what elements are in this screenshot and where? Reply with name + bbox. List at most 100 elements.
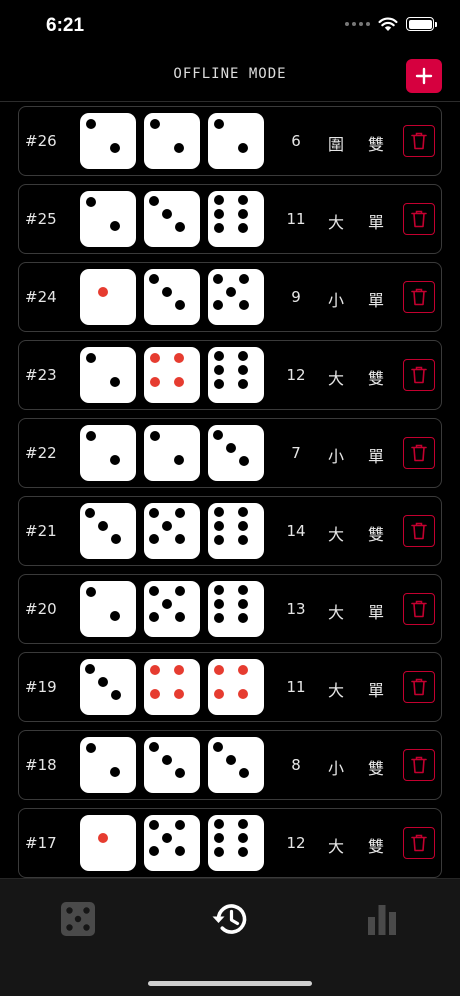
delete-button[interactable] [403,437,435,469]
delete-button[interactable] [403,671,435,703]
parity-result: 單 [367,603,384,622]
size-result: 圍 [327,135,344,154]
round-number: #17 [25,834,57,852]
die-face-icon [208,581,264,637]
dice-total: 6 [291,132,301,150]
history-icon [212,904,247,934]
dice-total: 7 [291,444,301,462]
die-face-icon [208,815,264,871]
tab-dice[interactable] [58,899,98,939]
trash-icon [411,522,427,540]
size-result: 大 [327,369,344,388]
tab-history[interactable] [210,899,250,939]
history-list[interactable]: #26 6 圍雙 #25 11 大單 #24 9 小單 #23 12 大雙 #22 7 小單 #21 14 大雙 #… [18,106,442,886]
size-result: 小 [327,759,344,778]
round-number: #23 [25,366,57,384]
round-number: #20 [25,600,57,618]
dice-total: 12 [286,834,306,852]
delete-button[interactable] [403,593,435,625]
die-face-icon [80,191,136,247]
parity-result: 雙 [367,135,384,154]
trash-icon [411,600,427,618]
parity-result: 單 [367,447,384,466]
status-bar: 6:21 [0,0,460,50]
trash-icon [411,210,427,228]
size-result: 大 [327,525,344,544]
round-number: #26 [25,132,57,150]
parity-result: 單 [367,213,384,232]
wifi-icon [378,17,398,31]
dice-total: 11 [286,678,306,696]
die-face-icon [144,581,200,637]
die-face-icon [80,737,136,793]
die-face-icon [144,347,200,403]
trash-icon [411,756,427,774]
tab-stats[interactable] [362,899,402,939]
header: OFFLINE MODE [0,50,460,102]
delete-button[interactable] [403,203,435,235]
table-row: #26 6 圍 雙 [18,106,442,176]
die-face-icon [208,347,264,403]
round-number: #22 [25,444,57,462]
parity-result: 雙 [367,369,384,388]
delete-button[interactable] [403,749,435,781]
bar-chart-icon [368,905,396,935]
die-face-icon [208,269,264,325]
table-row: #20 13 大 單 [18,574,442,644]
die-face-icon [144,503,200,559]
trash-icon [411,366,427,384]
die-face-icon [208,503,264,559]
size-result: 大 [327,603,344,622]
die-face-icon [80,347,136,403]
delete-button[interactable] [403,515,435,547]
dice-total: 12 [286,366,306,384]
table-row: #21 14 大 雙 [18,496,442,566]
size-result: 小 [327,447,344,466]
die-face-icon [80,425,136,481]
die-face-icon [80,503,136,559]
home-indicator [148,981,312,986]
size-result: 大 [327,837,344,856]
die-face-icon [144,113,200,169]
page-title: OFFLINE MODE [173,66,287,82]
die-face-icon [80,581,136,637]
delete-button[interactable] [403,281,435,313]
dice-total: 14 [286,522,306,540]
round-number: #25 [25,210,57,228]
add-button[interactable] [406,59,442,93]
tab-bar [0,878,460,996]
status-time: 6:21 [46,15,85,36]
die-face-icon [144,425,200,481]
dice-total: 8 [291,756,301,774]
die-face-icon [80,659,136,715]
plus-icon [415,67,433,85]
round-number: #19 [25,678,57,696]
table-row: #24 9 小 單 [18,262,442,332]
size-result: 大 [327,213,344,232]
delete-button[interactable] [403,827,435,859]
round-number: #18 [25,756,57,774]
trash-icon [411,834,427,852]
round-number: #24 [25,288,57,306]
delete-button[interactable] [403,125,435,157]
battery-icon [406,17,437,31]
die-face-icon [208,425,264,481]
table-row: #18 8 小 雙 [18,730,442,800]
die-face-icon [80,269,136,325]
table-row: #25 11 大 單 [18,184,442,254]
round-number: #21 [25,522,57,540]
die-face-icon [208,113,264,169]
table-row: #23 12 大 雙 [18,340,442,410]
die-face-icon [144,191,200,247]
delete-button[interactable] [403,359,435,391]
parity-result: 雙 [367,759,384,778]
die-face-icon [80,815,136,871]
trash-icon [411,288,427,306]
trash-icon [411,444,427,462]
die-face-icon [144,815,200,871]
parity-result: 雙 [367,837,384,856]
dice-total: 13 [286,600,306,618]
parity-result: 雙 [367,525,384,544]
die-face-icon [144,659,200,715]
size-result: 大 [327,681,344,700]
